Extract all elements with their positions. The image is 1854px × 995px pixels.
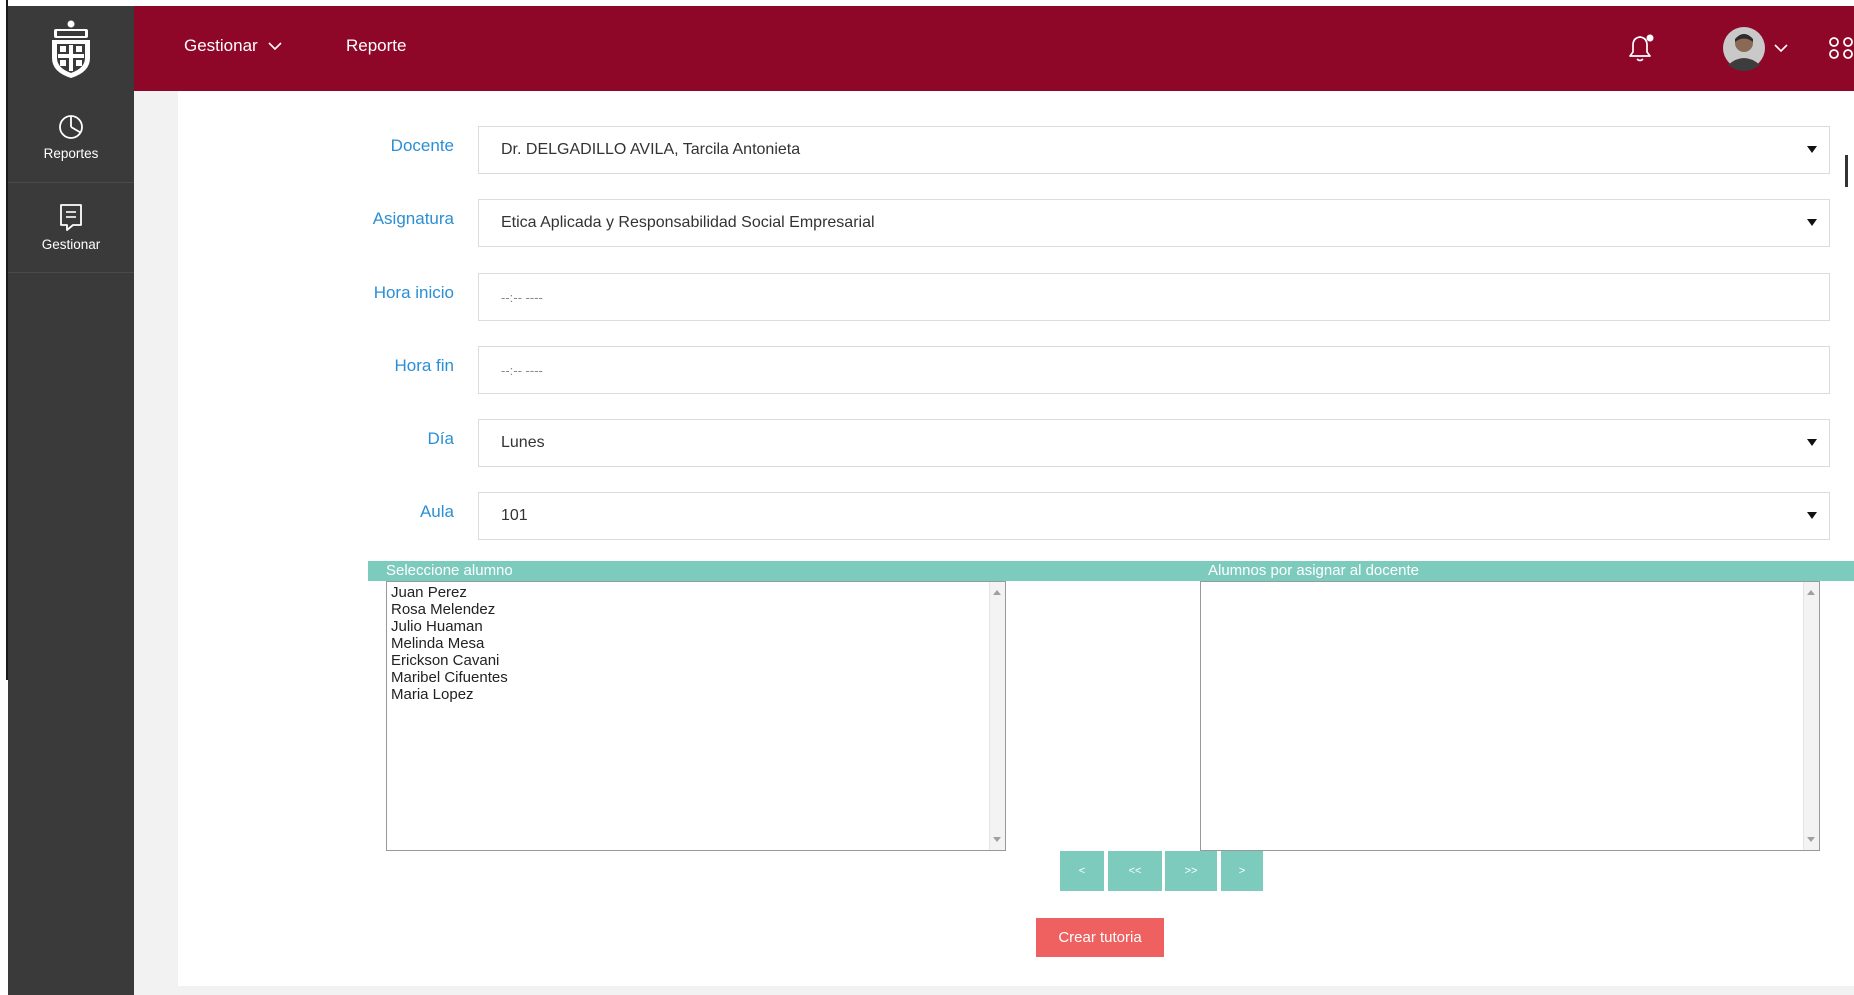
- available-students-list[interactable]: Juan Perez Rosa Melendez Julio Huaman Melin…: [386, 581, 1006, 851]
- asignatura-value: Etica Aplicada y Responsabilidad Social …: [501, 214, 875, 231]
- edge-marker: [1845, 155, 1848, 187]
- aula-value: 101: [501, 507, 528, 524]
- aula-row: Aula 101: [178, 492, 1854, 540]
- student-option[interactable]: Erickson Cavani: [391, 652, 1001, 669]
- aula-label: Aula: [419, 502, 454, 521]
- scroll-up-icon: [1807, 590, 1815, 595]
- dia-label: Día: [427, 429, 454, 448]
- chevron-down-icon: [268, 41, 282, 50]
- left-list-title: Seleccione alumno: [386, 562, 513, 579]
- aula-select[interactable]: 101: [478, 492, 1830, 540]
- dia-select[interactable]: Lunes: [478, 419, 1830, 467]
- docente-select[interactable]: Dr. DELGADILLO AVILA, Tarcila Antonieta: [478, 126, 1830, 174]
- clipboard-icon: [60, 204, 82, 231]
- docente-row: Docente Dr. DELGADILLO AVILA, Tarcila An…: [178, 126, 1854, 174]
- dia-row: Día Lunes: [178, 419, 1854, 467]
- app-frame: Reportes Gestionar Gestionar Reporte Doc…: [8, 6, 1854, 995]
- scroll-down-icon: [993, 837, 1001, 842]
- move-one-right-button[interactable]: >: [1221, 851, 1263, 891]
- caret-down-icon: [1807, 219, 1817, 226]
- docente-value: Dr. DELGADILLO AVILA, Tarcila Antonieta: [501, 141, 801, 158]
- caret-down-icon: [1807, 146, 1817, 153]
- scroll-up-icon: [993, 590, 1001, 595]
- hora-fin-input[interactable]: --:-- ----: [478, 346, 1830, 394]
- scroll-down-icon: [1807, 837, 1815, 842]
- scrollbar[interactable]: [1803, 582, 1819, 850]
- asignatura-row: Asignatura Etica Aplicada y Responsabili…: [178, 199, 1854, 247]
- hora-inicio-value: --:-- ----: [501, 289, 543, 305]
- nav-reporte[interactable]: Reporte: [346, 36, 406, 56]
- move-all-right-button[interactable]: >>: [1165, 851, 1217, 891]
- asignatura-select[interactable]: Etica Aplicada y Responsabilidad Social …: [478, 199, 1830, 247]
- hora-inicio-label: Hora inicio: [373, 283, 454, 302]
- chevron-down-icon: [1774, 43, 1788, 52]
- student-option[interactable]: Melinda Mesa: [391, 635, 1001, 652]
- tutoria-form: Docente Dr. DELGADILLO AVILA, Tarcila An…: [178, 91, 1854, 986]
- assigned-students-list[interactable]: [1200, 581, 1820, 851]
- nav-label: Gestionar: [184, 36, 258, 55]
- hora-fin-value: --:-- ----: [501, 362, 543, 378]
- sidebar-item-gestionar[interactable]: Gestionar: [8, 183, 134, 273]
- hora-fin-row: Hora fin --:-- ----: [178, 346, 1854, 394]
- bell-icon: [1629, 34, 1654, 62]
- hora-inicio-row: Hora inicio --:-- ----: [178, 273, 1854, 321]
- dual-list-header: Seleccione alumno Alumnos por asignar al…: [368, 561, 1854, 581]
- sidebar-item-label: Gestionar: [41, 237, 101, 252]
- scrollbar[interactable]: [989, 582, 1005, 850]
- sidebar-item-reportes[interactable]: Reportes: [8, 93, 134, 183]
- university-crest-icon: [52, 20, 90, 78]
- caret-down-icon: [1807, 439, 1817, 446]
- crear-tutoria-button[interactable]: Crear tutoria: [1036, 918, 1164, 957]
- sidebar: Reportes Gestionar: [8, 6, 134, 995]
- right-list-title: Alumnos por asignar al docente: [1208, 562, 1419, 579]
- asignatura-label: Asignatura: [372, 209, 454, 228]
- student-option[interactable]: Juan Perez: [391, 584, 1001, 601]
- logo: [8, 6, 134, 91]
- student-option[interactable]: Julio Huaman: [391, 618, 1001, 635]
- dia-value: Lunes: [501, 434, 545, 451]
- student-option[interactable]: Maria Lopez: [391, 686, 1001, 703]
- top-navbar: Gestionar Reporte: [134, 6, 1854, 91]
- hora-inicio-input[interactable]: --:-- ----: [478, 273, 1830, 321]
- apps-menu-button[interactable]: [1828, 36, 1854, 60]
- user-menu[interactable]: [1722, 25, 1788, 71]
- apps-grid-icon: [1829, 37, 1853, 59]
- nav-label: Reporte: [346, 36, 407, 55]
- notifications-button[interactable]: [1624, 32, 1656, 64]
- move-all-left-button[interactable]: <<: [1108, 851, 1162, 891]
- student-option[interactable]: Rosa Melendez: [391, 601, 1001, 618]
- caret-down-icon: [1807, 512, 1817, 519]
- pie-chart-icon: [59, 115, 83, 139]
- move-one-left-button[interactable]: <: [1060, 851, 1104, 891]
- available-students-items: Juan Perez Rosa Melendez Julio Huaman Melin…: [387, 582, 1005, 705]
- nav-gestionar[interactable]: Gestionar: [184, 36, 282, 56]
- avatar: [1723, 27, 1765, 71]
- assigned-students-items: [1201, 582, 1819, 586]
- student-option[interactable]: Maribel Cifuentes: [391, 669, 1001, 686]
- hora-fin-label: Hora fin: [394, 356, 454, 375]
- docente-label: Docente: [390, 136, 454, 155]
- sidebar-item-label: Reportes: [43, 146, 99, 161]
